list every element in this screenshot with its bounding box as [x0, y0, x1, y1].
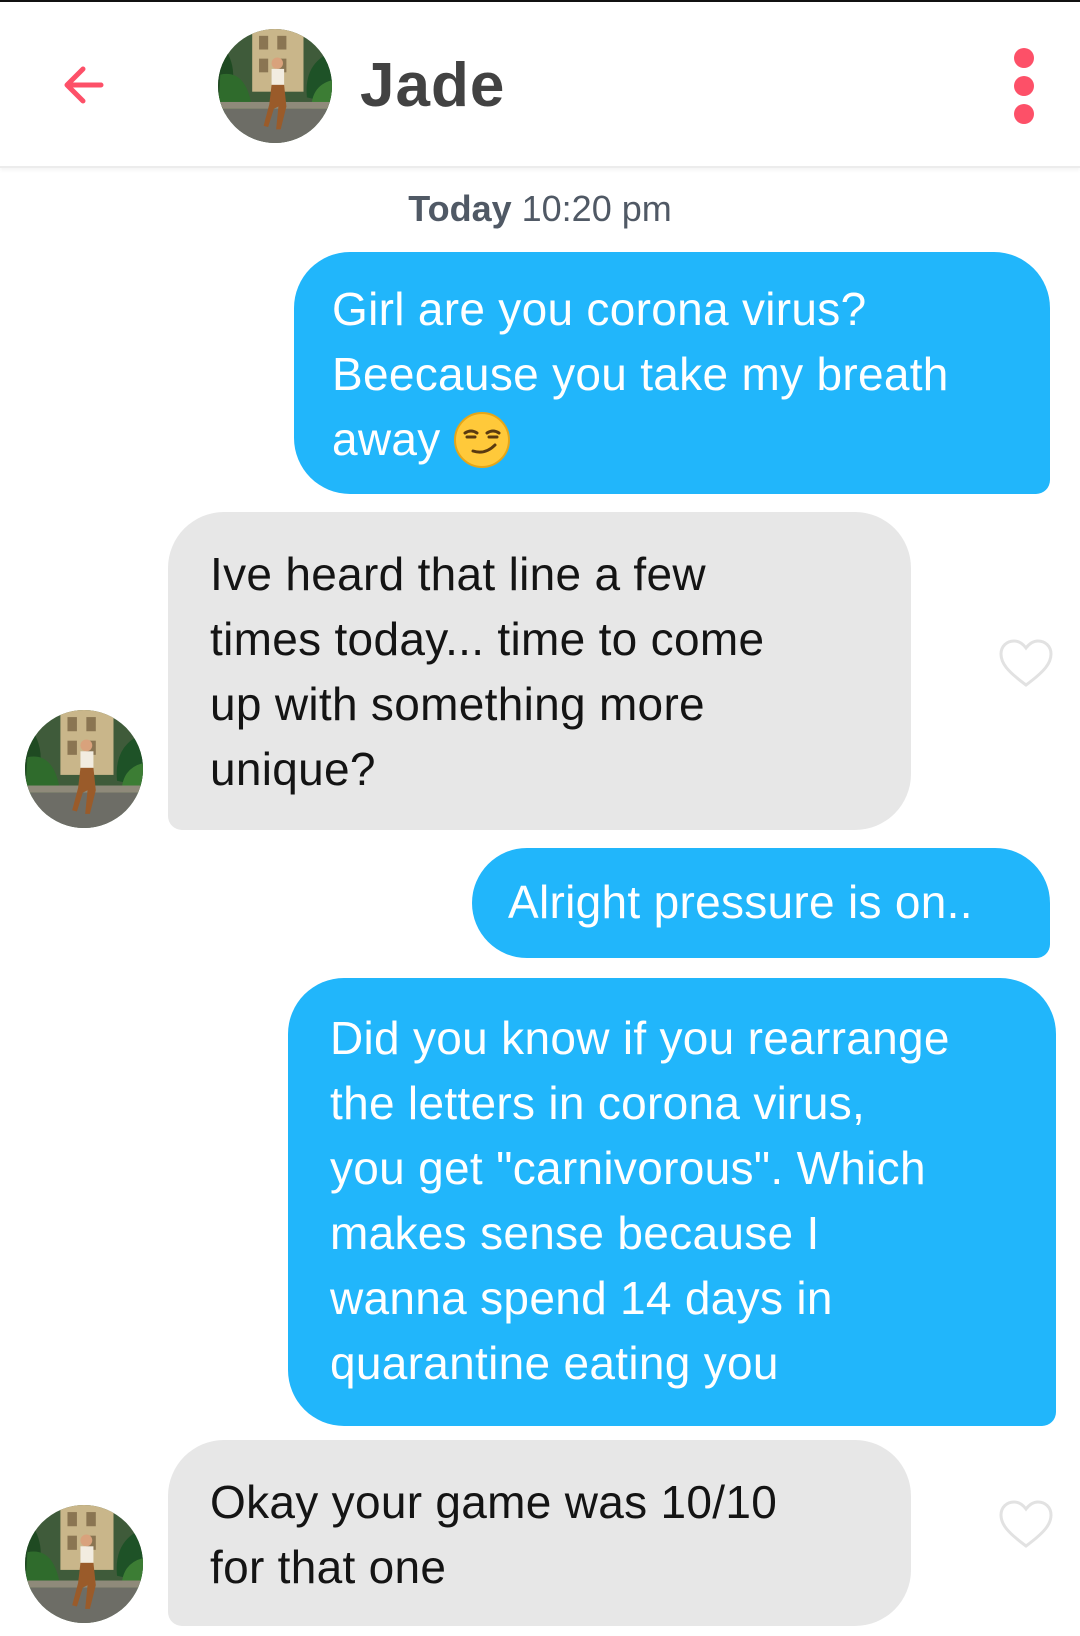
message-line: times today... time to come — [210, 613, 765, 665]
message-line: Did you know if you rearrange — [330, 1012, 950, 1064]
message-bubble-outgoing[interactable]: Did you know if you rearrange the letter… — [288, 978, 1056, 1426]
more-options-button[interactable] — [1000, 48, 1048, 124]
message-line: quarantine eating you — [330, 1337, 779, 1389]
contact-name[interactable]: Jade — [360, 50, 505, 121]
timestamp-day: Today — [408, 188, 512, 229]
like-heart-icon[interactable] — [997, 637, 1055, 689]
arrow-left-icon — [64, 66, 104, 104]
message-bubble-outgoing[interactable]: Alright pressure is on.. — [472, 848, 1050, 958]
message-bubble-outgoing[interactable]: Girl are you corona virus? Beecause you … — [294, 252, 1050, 494]
message-line: up with something more — [210, 678, 705, 730]
message-line: the letters in corona virus, — [330, 1077, 866, 1129]
smirking-face-emoji — [453, 411, 510, 468]
message-timestamp: Today 10:20 pm — [0, 188, 1080, 230]
message-line: Girl are you corona virus? — [332, 283, 867, 335]
message-line: Beecause you take my breath — [332, 348, 949, 400]
message-line: Alright pressure is on.. — [508, 876, 973, 928]
contact-avatar[interactable] — [218, 29, 332, 143]
message-bubble-incoming[interactable]: Okay your game was 10/10 for that one — [168, 1440, 911, 1626]
message-line: for that one — [210, 1541, 447, 1593]
top-edge — [0, 0, 1080, 2]
more-vertical-icon-dot — [1014, 104, 1034, 124]
message-line: Ive heard that line a few — [210, 548, 706, 600]
sender-avatar[interactable] — [25, 710, 143, 828]
message-line: you get "carnivorous". Which — [330, 1142, 926, 1194]
sender-avatar[interactable] — [25, 1505, 143, 1623]
message-line: wanna spend 14 days in — [330, 1272, 833, 1324]
message-line: away — [332, 413, 441, 465]
message-bubble-incoming[interactable]: Ive heard that line a few times today...… — [168, 512, 911, 830]
more-vertical-icon-dot — [1014, 76, 1034, 96]
like-heart-icon[interactable] — [997, 1498, 1055, 1550]
message-line: makes sense because I — [330, 1207, 820, 1259]
message-line: Okay your game was 10/10 — [210, 1476, 778, 1528]
chat-header: Jade — [0, 0, 1080, 168]
timestamp-time: 10:20 pm — [521, 188, 672, 229]
message-line: unique? — [210, 743, 376, 795]
more-vertical-icon — [1014, 48, 1034, 68]
back-button[interactable] — [50, 50, 120, 120]
